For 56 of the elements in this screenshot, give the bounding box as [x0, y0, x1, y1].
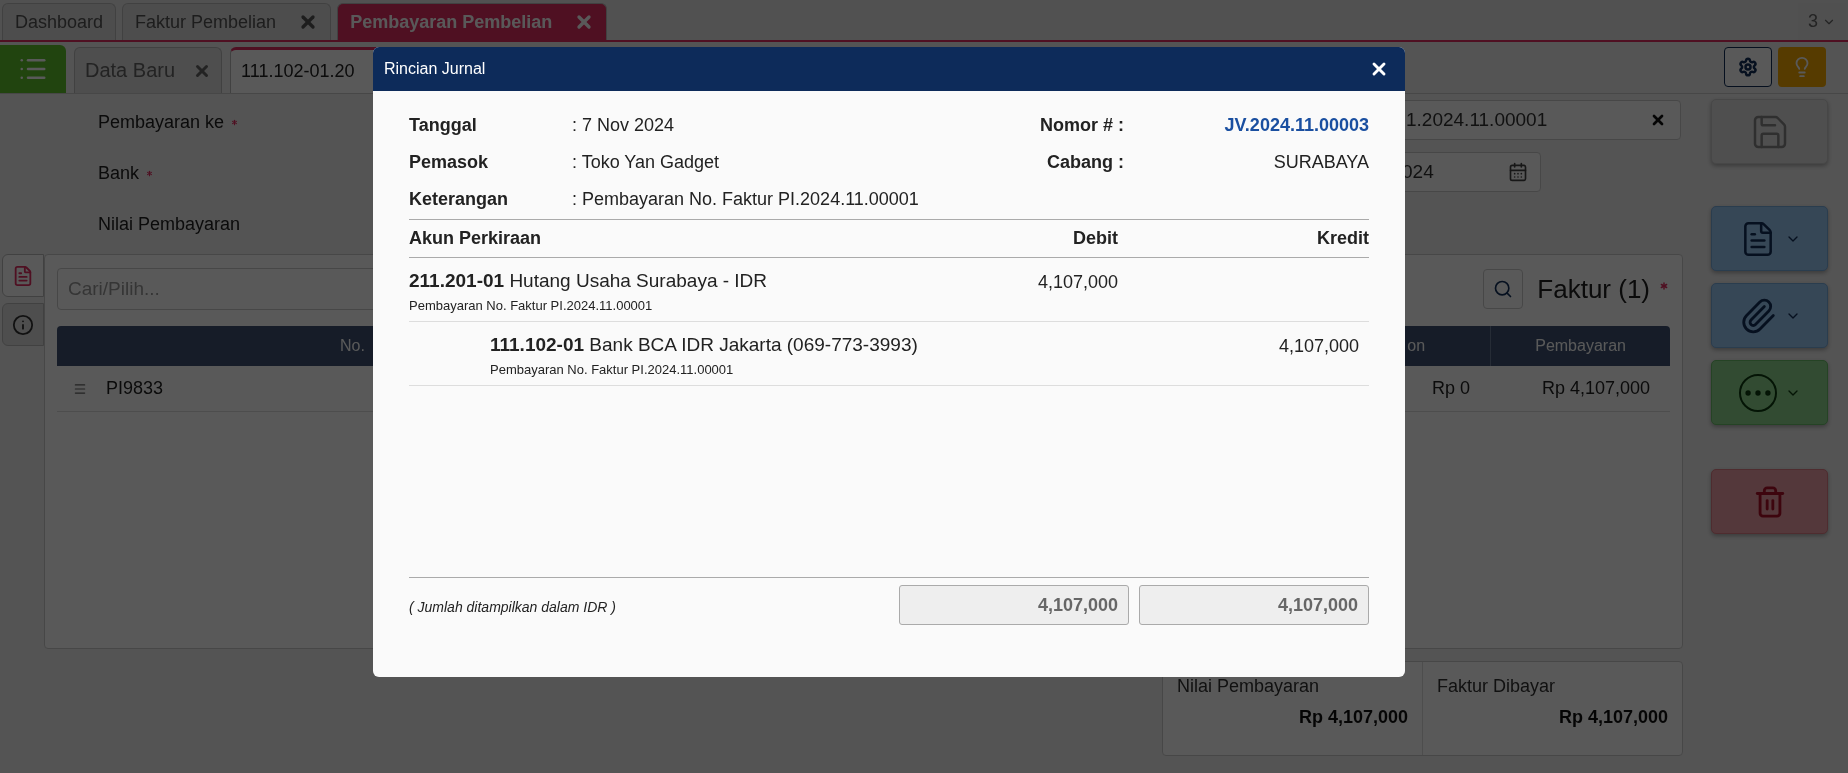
menu-button[interactable] — [0, 45, 66, 93]
journal-number-link[interactable]: JV.2024.11.00003 — [1124, 115, 1369, 136]
info-value: : Toko Yan Gadget — [572, 152, 721, 173]
info-label: Tanggal — [409, 115, 478, 136]
info-label: Keterangan — [409, 189, 510, 210]
total-field: 4,107,000 — [899, 585, 1129, 625]
info-value: : Pembayaran No. Faktur PI.2024.11.00001 — [572, 189, 920, 210]
summary-value: Rp 4,107,000 — [1297, 707, 1408, 728]
attachment-dropdown-button[interactable] — [1711, 283, 1828, 348]
column-header: on — [1407, 337, 1426, 355]
search-button[interactable] — [1483, 269, 1524, 309]
settings-icon — [1738, 57, 1758, 77]
ellipsis-icon — [1738, 373, 1777, 412]
info-label: Nomor # : — [1040, 115, 1124, 136]
column-header: Akun Perkiraan — [409, 228, 542, 248]
currency-note: ( Jumlah ditampilkan dalam IDR ) — [409, 598, 616, 615]
table-cell: PI9833 — [105, 378, 164, 399]
summary-label: Nilai Pembayaran — [1177, 676, 1321, 697]
info-value: : 7 Nov 2024 — [572, 115, 676, 136]
info-value: SURABAYA — [1272, 152, 1369, 173]
column-header: No. — [339, 337, 365, 355]
save-button[interactable] — [1711, 99, 1828, 164]
column-header: Debit — [1073, 228, 1118, 248]
summary-value: Rp 4,107,000 — [1557, 707, 1668, 728]
line-description: Pembayaran No. Faktur PI.2024.11.00001 — [409, 298, 654, 313]
account-name: 111.102-01 Bank BCA IDR Jakarta (069-773-3993) — [490, 334, 918, 356]
delete-button[interactable] — [1711, 469, 1828, 534]
field-label: Pembayaran ke — [98, 112, 225, 133]
lightbulb-button[interactable] — [1778, 47, 1826, 87]
clear-icon[interactable] — [1650, 112, 1666, 128]
info-side-tab[interactable] — [2, 303, 44, 346]
account-name: 211.201-01 Hutang Usaha Surabaya - IDR — [409, 270, 769, 292]
column-header: Pembayaran — [1535, 337, 1626, 355]
line-description: Pembayaran No. Faktur PI.2024.11.00001 — [490, 362, 735, 377]
summary-label: Faktur Dibayar — [1437, 676, 1557, 697]
card-title: Faktur (1) — [1537, 273, 1650, 305]
info-label: Cabang : — [1046, 152, 1124, 173]
credit-amount: 4,107,000 — [1278, 336, 1359, 356]
document-dropdown-button[interactable] — [1711, 206, 1828, 271]
column-header: Kredit — [1317, 228, 1369, 248]
calendar-icon[interactable] — [1508, 162, 1528, 182]
more-dropdown-button[interactable] — [1711, 360, 1828, 425]
settings-button[interactable] — [1724, 47, 1772, 87]
drag-handle-icon[interactable] — [73, 381, 88, 396]
table-cell: Rp 4,107,000 — [1541, 378, 1650, 399]
debit-amount: 4,107,000 — [1037, 272, 1118, 292]
total-field: 4,107,000 — [1139, 585, 1369, 625]
field-label: Nilai Pembayaran — [98, 214, 241, 235]
info-label: Pemasok — [409, 152, 490, 173]
table-cell: Rp 0 — [1432, 378, 1471, 399]
info-icon — [12, 313, 34, 336]
page-tab[interactable]: Pembayaran Pembelian — [337, 3, 608, 40]
document-icon — [12, 264, 34, 287]
document-side-tab[interactable] — [2, 254, 44, 297]
field-label: Bank — [98, 163, 140, 184]
search-icon — [1493, 279, 1514, 299]
